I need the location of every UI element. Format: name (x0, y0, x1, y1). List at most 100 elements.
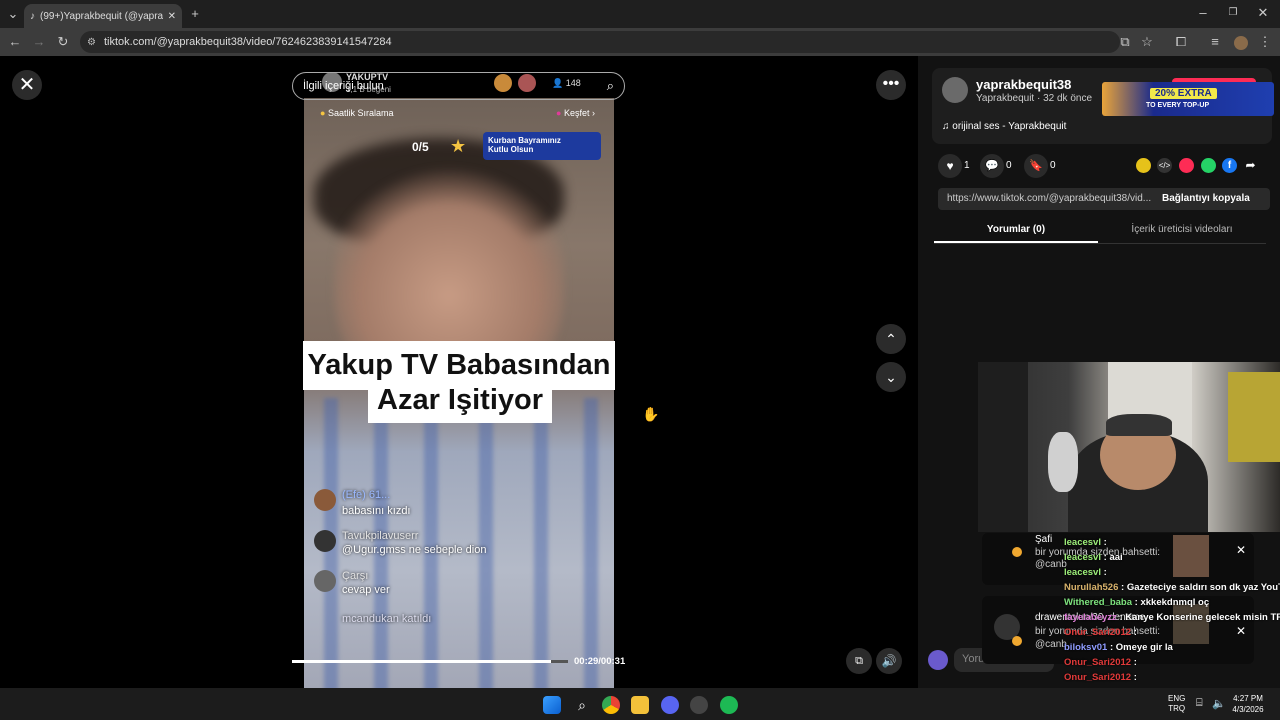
restore-icon[interactable]: ❐ (1226, 6, 1240, 20)
webcam-jersey (1228, 372, 1280, 462)
search-box[interactable]: İlgili içeriği bulun ⌕ (292, 72, 625, 100)
stream-chat-line: leacesvl : (1064, 537, 1280, 548)
embed-icon[interactable]: </> (1157, 158, 1172, 173)
ad-subtitle: TO EVERY TOP-UP (1146, 102, 1210, 109)
webcam-overlay (978, 362, 1280, 532)
reading-list-icon[interactable]: ≡ (1208, 35, 1222, 49)
stream-chat-separator: : (1131, 657, 1137, 668)
search-icon[interactable]: ⌕ (607, 78, 614, 94)
send-friend-icon[interactable] (1179, 158, 1194, 173)
chat-message: babasını kızdı (342, 505, 411, 517)
pip-button[interactable]: ⧉ (846, 648, 872, 674)
tab-title: (99+)Yaprakbequit (@yaprakbe (40, 10, 163, 22)
search-placeholder: İlgili içeriği bulun (303, 80, 384, 92)
minimize-icon[interactable]: – (1196, 6, 1210, 20)
webcam-cap (1106, 414, 1172, 436)
stream-chat-text: Gazeteciye saldırı son dk yaz YouTube (1126, 582, 1280, 593)
stream-chat-line: Withered_baba : xkkekdnmql oç (1064, 597, 1280, 608)
mouse-cursor-icon: ✋ (642, 406, 660, 422)
like-count: 1 (964, 160, 970, 171)
explore-link[interactable]: ● Keşfet › (556, 108, 595, 118)
stream-chat-line: Onur_Sari2012 : (1064, 672, 1280, 683)
like-icon[interactable]: ♥ (938, 154, 962, 178)
stream-chat-separator: : (1107, 642, 1116, 653)
previous-video-button[interactable]: ⌃ (876, 324, 906, 354)
comment-icon[interactable]: 💬 (980, 154, 1004, 178)
author-subtitle: Yaprakbequit · 32 dk önce (976, 93, 1093, 104)
chat-username: Tavukpilavuserr (342, 530, 419, 542)
stream-chat-text: aai (1109, 552, 1123, 563)
extensions-icon[interactable]: ⧠ (1174, 35, 1188, 49)
clock[interactable]: 4:27 PM 4/3/2026 (1228, 693, 1268, 715)
comment-count: 0 (1006, 160, 1012, 171)
holiday-banner: Kurban Bayramınız Kutlu Olsun (483, 132, 601, 160)
ad-banner[interactable]: 20% EXTRA TO EVERY TOP-UP (1102, 82, 1274, 116)
app-icon[interactable] (690, 696, 708, 714)
windows-start-icon[interactable] (543, 696, 561, 714)
gift-counter: 0/5 (412, 140, 429, 154)
stream-chat-user: biloksv01 (1064, 642, 1108, 653)
video-caption-line2: Azar Işitiyor (368, 381, 552, 423)
video-progress-track[interactable] (292, 660, 568, 663)
stream-chat-line: leacesvl : aai (1064, 552, 1280, 563)
forward-icon[interactable]: → (32, 35, 46, 49)
close-tab-icon[interactable]: ✕ (168, 11, 176, 22)
tab-comments[interactable]: Yorumlar (0) (934, 224, 1098, 235)
bookmark-icon[interactable]: 🔖 (1024, 154, 1048, 178)
chrome-icon[interactable] (602, 696, 620, 714)
stream-chat-separator: : (1100, 537, 1107, 548)
stream-chat-line: leacesvl : (1064, 567, 1280, 578)
stream-chat-line: fayelabeyzz : Kanye Konserine gelecek mi… (1064, 612, 1280, 623)
star-icon: ★ (450, 136, 467, 156)
volume-tray-icon[interactable]: 🔈 (1212, 697, 1226, 710)
whatsapp-icon[interactable] (1201, 158, 1216, 173)
next-video-button[interactable]: ⌄ (876, 362, 906, 392)
network-icon[interactable]: ⌸ (1196, 697, 1203, 710)
more-options-button[interactable]: ••• (876, 70, 906, 100)
bookmark-star-icon[interactable]: ☆ (1140, 35, 1154, 49)
hourly-ranking[interactable]: ● Saatlik Sıralama (320, 108, 393, 118)
browser-tab[interactable]: ♪ (99+)Yaprakbequit (@yaprakbe ✕ (24, 4, 182, 28)
facebook-icon[interactable]: f (1222, 158, 1237, 173)
stream-chat-separator: : (1116, 612, 1126, 623)
video-time: 00:29/00:31 (574, 656, 626, 667)
tab-list-icon[interactable]: ⌄ (6, 7, 20, 21)
discord-icon[interactable] (661, 696, 679, 714)
back-icon[interactable]: ← (8, 35, 22, 49)
language-indicator[interactable]: ENG TRQ (1168, 694, 1185, 714)
profile-avatar[interactable] (1234, 36, 1248, 50)
user-avatar (928, 650, 948, 670)
spotify-icon[interactable] (720, 696, 738, 714)
stream-chat-user: Nurullah526 (1064, 582, 1119, 593)
reload-icon[interactable]: ↻ (56, 35, 70, 49)
menu-icon[interactable]: ⋮ (1258, 35, 1272, 49)
ad-title: 20% EXTRA (1150, 88, 1217, 99)
volume-button[interactable]: 🔊 (876, 648, 902, 674)
site-info-icon[interactable]: ⚙ (87, 37, 96, 48)
author-avatar[interactable] (942, 77, 968, 103)
tab-creator-videos[interactable]: İçerik üreticisi videoları (1100, 224, 1264, 235)
url-field[interactable]: ⚙ tiktok.com/@yaprakbequit38/video/76246… (80, 31, 1120, 53)
stream-chat-separator: : (1131, 672, 1137, 683)
notification-1-line2: @canb (1035, 559, 1067, 570)
install-app-icon[interactable]: ⧉ (1118, 35, 1132, 49)
close-video-button[interactable]: ✕ (12, 70, 42, 100)
stream-chat-line: Onur_Sari2012 : (1064, 657, 1280, 668)
copy-link-button[interactable]: Bağlantıyı kopyala (1162, 193, 1250, 204)
stream-chat-user: Withered_baba (1064, 597, 1133, 608)
sound-label[interactable]: ♫ orijinal ses - Yaprakbequit (942, 121, 1066, 132)
close-window-icon[interactable]: ✕ (1256, 6, 1270, 20)
stream-chat-text: Kanye Konserine gelecek misin TR'ye (1125, 612, 1280, 623)
share-icon[interactable]: ➦ (1243, 158, 1258, 173)
stream-chat-user: Onur_Sari2012 (1064, 657, 1132, 668)
music-note-icon: ♫ (942, 121, 950, 132)
notification-2-line2: @canb (1035, 639, 1067, 650)
stream-chat-user: Onur_Sari2012 (1064, 672, 1132, 683)
search-taskbar-icon[interactable]: ⌕ (573, 696, 591, 714)
author-username[interactable]: yaprakbequit38 (976, 77, 1071, 92)
file-explorer-icon[interactable] (631, 696, 649, 714)
video-link: https://www.tiktok.com/@yaprakbequit38/v… (947, 193, 1152, 204)
coin-share-icon[interactable] (1136, 158, 1151, 173)
new-tab-icon[interactable]: + (188, 7, 202, 21)
chat-message: @Ugur.gmss ne sebeple dion (342, 544, 487, 556)
